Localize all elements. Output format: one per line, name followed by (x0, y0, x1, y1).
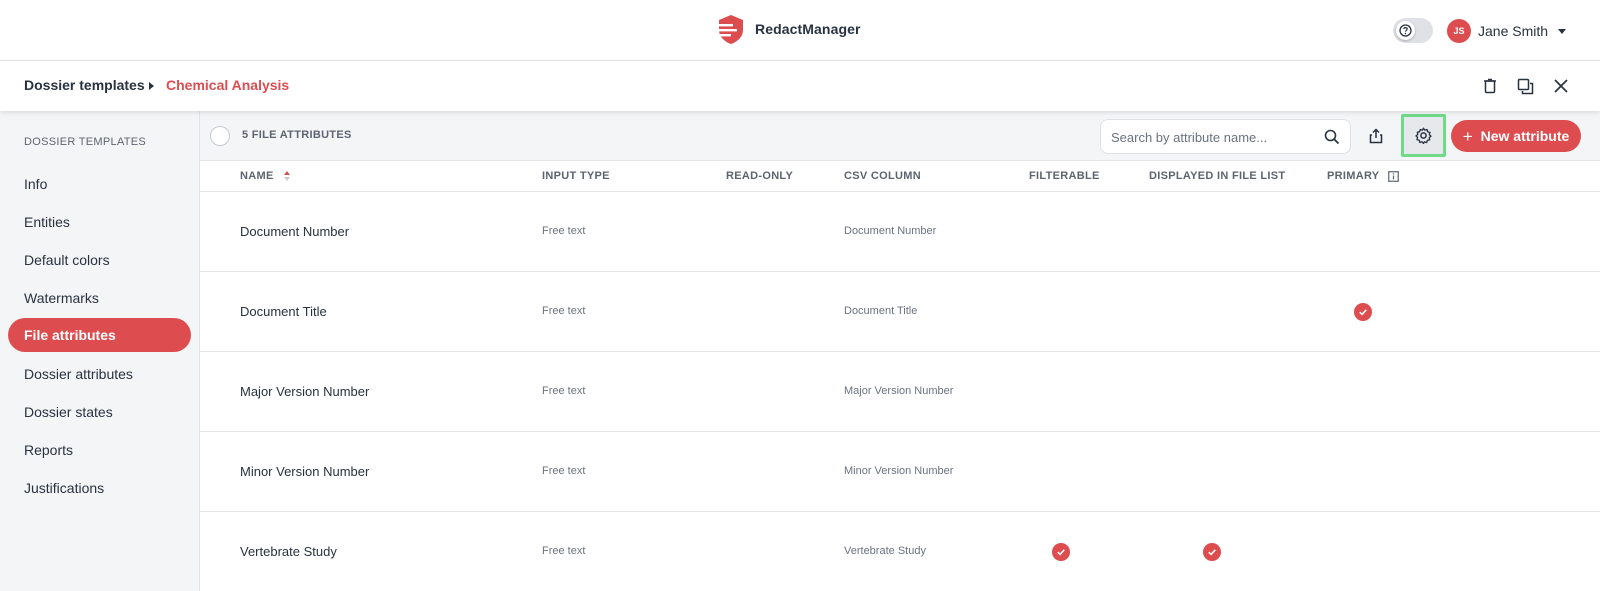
close-icon (1554, 79, 1568, 93)
close-button[interactable] (1549, 74, 1573, 98)
toggle-knob (1396, 21, 1415, 40)
table-header: NAME INPUT TYPE READ-ONLY CSV COLUMN FIL… (200, 161, 1600, 192)
column-header-name[interactable]: NAME (240, 170, 291, 182)
user-menu[interactable]: JS Jane Smith (1447, 19, 1567, 43)
top-bar: RedactManager JS Jane Smith (0, 0, 1600, 61)
attribute-csv-column: Major Version Number (844, 385, 954, 397)
column-header-input-type: INPUT TYPE (542, 170, 610, 182)
attribute-name: Minor Version Number (240, 464, 370, 479)
column-header-displayed: DISPLAYED IN FILE LIST (1149, 170, 1286, 182)
plus-icon: + (1462, 126, 1473, 146)
primary-check-icon[interactable] (1354, 303, 1372, 321)
duplicate-icon (1517, 78, 1533, 94)
attribute-name: Major Version Number (240, 384, 370, 399)
sidebar-item-default-colors[interactable]: Default colors (8, 243, 191, 277)
table-row[interactable]: Document Number Free text Document Numbe… (200, 192, 1600, 272)
search-box (1100, 119, 1351, 154)
sidebar-item-justifications[interactable]: Justifications (8, 471, 191, 505)
sidebar-item-info[interactable]: Info (8, 167, 191, 201)
column-header-csv-column: CSV COLUMN (844, 170, 921, 182)
attributes-count: 5 FILE ATTRIBUTES (242, 129, 352, 141)
user-name: Jane Smith (1478, 23, 1549, 39)
attribute-input-type: Free text (542, 545, 586, 557)
sidebar-item-dossier-states[interactable]: Dossier states (8, 395, 191, 429)
sidebar-item-watermarks[interactable]: Watermarks (8, 281, 191, 315)
attribute-csv-column: Minor Version Number (844, 465, 954, 477)
breadcrumb-arrow-icon (149, 82, 154, 90)
table-row[interactable]: Minor Version Number Free text Minor Ver… (200, 432, 1600, 512)
attribute-input-type: Free text (542, 305, 586, 317)
settings-button[interactable] (1401, 114, 1446, 157)
attribute-name: Document Title (240, 304, 327, 319)
attribute-input-type: Free text (542, 385, 586, 397)
new-attribute-label: New attribute (1480, 128, 1570, 144)
search-input[interactable] (1111, 128, 1316, 146)
attribute-name: Vertebrate Study (240, 544, 337, 559)
export-icon (1369, 128, 1383, 144)
breadcrumb-current[interactable]: Chemical Analysis (166, 77, 289, 93)
select-all-checkbox[interactable] (210, 126, 230, 146)
table-row[interactable]: Vertebrate Study Free text Vertebrate St… (200, 512, 1600, 591)
redactmanager-logo-icon (717, 15, 743, 44)
duplicate-button[interactable] (1513, 74, 1537, 98)
attribute-input-type: Free text (542, 225, 586, 237)
attribute-csv-column: Vertebrate Study (844, 545, 926, 557)
breadcrumb: Dossier templates Chemical Analysis (0, 61, 1600, 111)
search-icon[interactable] (1324, 129, 1340, 145)
help-icon (1399, 24, 1412, 37)
attribute-input-type: Free text (542, 465, 586, 477)
displayed-check-icon[interactable] (1203, 543, 1221, 561)
table-row[interactable]: Document Title Free text Document Title (200, 272, 1600, 352)
attribute-name: Document Number (240, 224, 350, 239)
delete-button[interactable] (1478, 74, 1502, 98)
chevron-down-icon (1558, 28, 1567, 34)
app-name: RedactManager (755, 21, 861, 37)
column-header-read-only: READ-ONLY (726, 170, 794, 182)
sort-icon[interactable] (283, 170, 291, 182)
sidebar-title: DOSSIER TEMPLATES (24, 136, 147, 148)
info-icon[interactable] (1388, 170, 1400, 182)
attribute-csv-column: Document Number (844, 225, 937, 237)
breadcrumb-root[interactable]: Dossier templates (24, 77, 145, 93)
delete-icon (1484, 78, 1496, 94)
sidebar-item-file-attributes[interactable]: File attributes (8, 318, 191, 352)
filterable-check-icon[interactable] (1052, 543, 1070, 561)
column-primary-label: PRIMARY (1327, 170, 1380, 182)
sidebar: DOSSIER TEMPLATES Info Entities Default … (0, 111, 200, 591)
export-button[interactable] (1364, 124, 1388, 148)
sidebar-item-dossier-attributes[interactable]: Dossier attributes (8, 357, 191, 391)
avatar: JS (1447, 19, 1471, 43)
column-header-primary: PRIMARY (1327, 170, 1400, 182)
help-mode-toggle[interactable] (1393, 18, 1433, 43)
app-logo[interactable]: RedactManager (717, 14, 861, 44)
sidebar-item-reports[interactable]: Reports (8, 433, 191, 467)
sidebar-item-entities[interactable]: Entities (8, 205, 191, 239)
table-row[interactable]: Major Version Number Free text Major Ver… (200, 352, 1600, 432)
column-name-label: NAME (240, 170, 274, 182)
gear-icon (1415, 127, 1432, 144)
attribute-csv-column: Document Title (844, 305, 918, 317)
new-attribute-button[interactable]: + New attribute (1451, 120, 1581, 152)
list-toolbar: 5 FILE ATTRIBUTES + New attribute (200, 111, 1600, 161)
column-header-filterable: FILTERABLE (1029, 170, 1100, 182)
